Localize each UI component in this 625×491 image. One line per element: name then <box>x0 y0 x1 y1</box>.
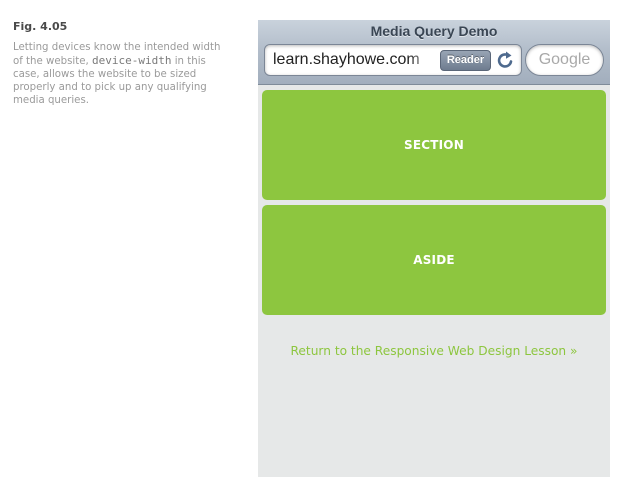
browser-toolbar: Media Query Demo learn.shayhowe.com Read… <box>258 20 610 85</box>
page-content: SECTION ASIDE Return to the Responsive W… <box>258 85 610 358</box>
reader-button[interactable]: Reader <box>440 50 491 71</box>
figure-label: Fig. 4.05 <box>13 20 68 33</box>
search-input[interactable]: Google <box>525 44 604 76</box>
page-title: Media Query Demo <box>370 23 498 39</box>
url-fade <box>408 49 438 73</box>
mobile-browser-mockup: Media Query Demo learn.shayhowe.com Read… <box>258 20 610 477</box>
figure-caption: Fig. 4.05 Letting devices know the inten… <box>13 20 228 107</box>
reload-icon[interactable] <box>495 47 517 73</box>
return-to-lesson-link[interactable]: Return to the Responsive Web Design Less… <box>262 344 606 358</box>
figure-description: Letting devices know the intended width … <box>13 41 228 107</box>
address-bar[interactable]: learn.shayhowe.com Reader <box>264 44 522 76</box>
section-block: SECTION <box>262 90 606 200</box>
aside-block: ASIDE <box>262 205 606 315</box>
figure-code: device-width <box>91 54 172 67</box>
